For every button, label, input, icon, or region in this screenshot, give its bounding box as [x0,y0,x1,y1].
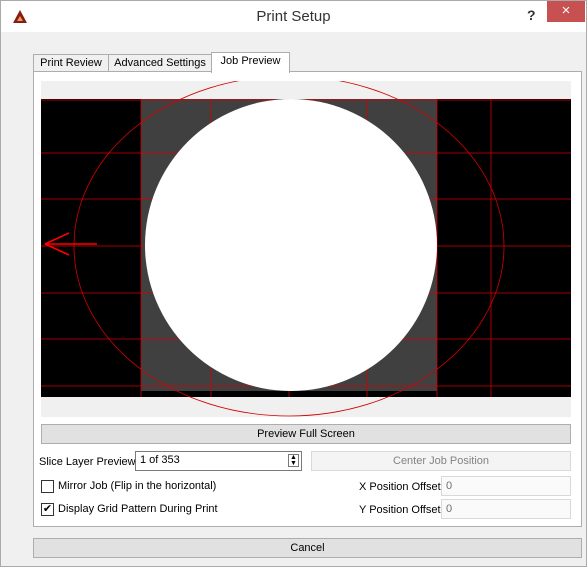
print-setup-window: Print Setup ? × Print Review Advanced Se… [0,0,587,567]
x-offset-field[interactable]: 0 [441,476,571,496]
tab-print-review[interactable]: Print Review [33,54,109,71]
display-grid-label: Display Grid Pattern During Print [58,503,218,515]
slice-layer-label: Slice Layer Preview: [39,456,139,468]
y-offset-label: Y Position Offset: [359,504,444,516]
slice-layer-shape [145,99,437,391]
preview-full-screen-button[interactable]: Preview Full Screen [41,424,571,444]
cancel-button[interactable]: Cancel [33,538,582,558]
mirror-job-checkbox[interactable] [41,480,54,493]
spinner-arrows-icon[interactable]: ▲ ▼ [288,454,299,467]
tab-advanced-settings[interactable]: Advanced Settings [108,54,212,71]
center-job-position-button[interactable]: Center Job Position [311,451,571,471]
title-bar: Print Setup ? × [1,1,586,32]
tab-job-preview[interactable]: Job Preview [211,52,290,73]
x-offset-label: X Position Offset: [359,481,444,493]
close-button[interactable]: × [547,1,585,22]
slice-layer-spinbox[interactable]: 1 of 353 ▲ ▼ [135,451,302,471]
layer-preview-canvas [41,81,571,417]
y-offset-field[interactable]: 0 [441,499,571,519]
help-button[interactable]: ? [527,7,536,23]
window-title: Print Setup [256,8,331,25]
display-grid-checkbox[interactable]: ✔ [41,503,54,516]
mirror-job-label: Mirror Job (Flip in the horizontal) [58,480,217,492]
slice-layer-value: 1 of 353 [140,454,180,466]
